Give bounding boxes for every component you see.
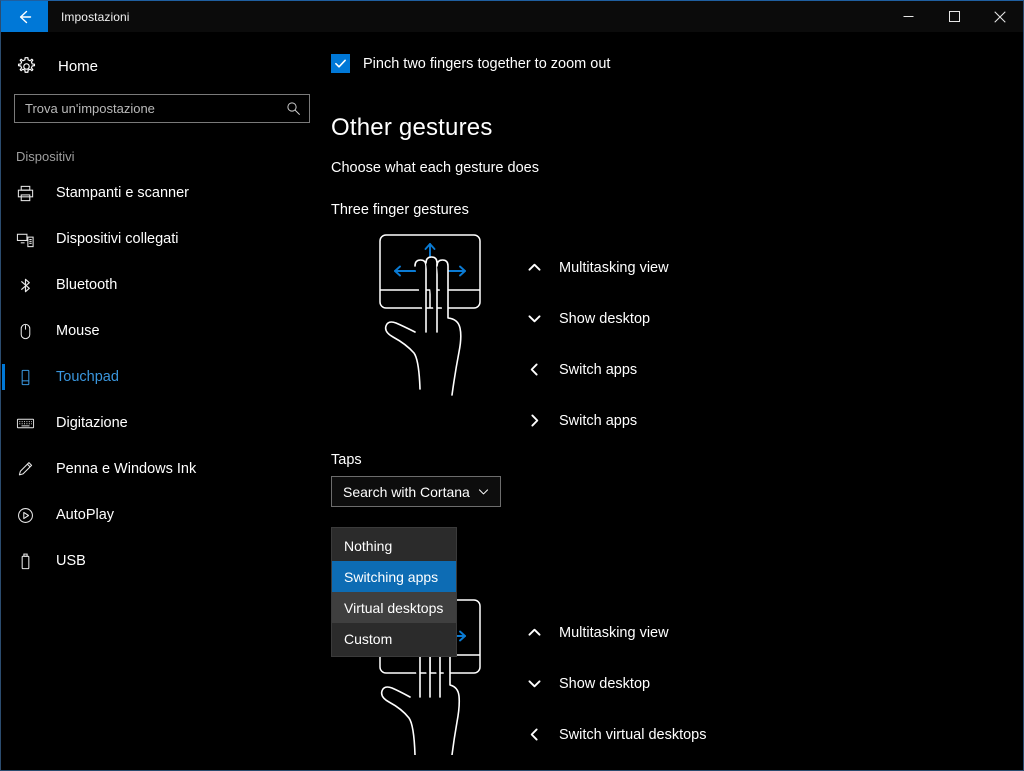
- gesture-action: Show desktop: [559, 675, 651, 692]
- dropdown-option-virtual-desktops[interactable]: Virtual desktops: [332, 592, 456, 623]
- usb-icon: [16, 552, 42, 571]
- taps-selected-value: Search with Cortana: [343, 483, 470, 500]
- close-icon: [994, 10, 1006, 23]
- sidebar-home-label: Home: [58, 57, 99, 75]
- search-box[interactable]: [14, 94, 310, 123]
- search-icon[interactable]: [282, 101, 309, 116]
- minimize-icon: [903, 16, 913, 17]
- sidebar-item-home[interactable]: Home: [2, 44, 322, 88]
- caption-buttons: [885, 1, 1023, 32]
- sidebar-item-dispositivi-collegati[interactable]: Dispositivi collegati: [2, 216, 322, 262]
- gesture-action: Show desktop: [559, 310, 651, 327]
- sidebar-item-digitazione[interactable]: Digitazione: [2, 400, 322, 446]
- four-finger-gesture-list: Multitasking view Show desktop Switch vi…: [521, 595, 706, 760]
- gear-icon: [16, 56, 44, 77]
- chevron-left-icon: [521, 727, 547, 742]
- gesture-row[interactable]: Switch virtual desktops: [521, 709, 706, 760]
- sidebar-item-label: Penna e Windows Ink: [56, 461, 197, 477]
- chevron-up-icon: [521, 625, 547, 640]
- dropdown-option-nothing[interactable]: Nothing: [332, 530, 456, 561]
- gesture-row[interactable]: Multitasking view: [521, 242, 669, 293]
- checkbox-checked-icon[interactable]: [331, 54, 350, 73]
- maximize-icon: [948, 11, 960, 22]
- dropdown-option-custom[interactable]: Custom: [332, 623, 456, 654]
- gesture-action: Switch virtual desktops: [559, 726, 707, 743]
- chevron-down-icon: [521, 311, 547, 326]
- sidebar-item-autoplay[interactable]: AutoPlay: [2, 492, 322, 538]
- sidebar-item-label: Dispositivi collegati: [56, 231, 179, 247]
- taps-area: Taps Search with Cortana Nothing Switchi…: [322, 452, 1023, 657]
- three-finger-touchpad-illustration: [355, 230, 485, 446]
- keyboard-icon: [16, 414, 42, 433]
- main-content: Pinch two fingers together to zoom out O…: [322, 32, 1023, 770]
- back-arrow-icon: [19, 10, 31, 23]
- sidebar-item-stampanti-e-scanner[interactable]: Stampanti e scanner: [2, 170, 322, 216]
- printer-icon: [16, 184, 42, 203]
- sidebar-group-title: Dispositivi: [16, 149, 75, 164]
- taps-dropdown-menu[interactable]: Nothing Switching apps Virtual desktops …: [331, 527, 457, 657]
- back-button[interactable]: [1, 1, 48, 32]
- sidebar-item-label: Stampanti e scanner: [56, 185, 189, 201]
- pen-icon: [16, 460, 42, 479]
- chevron-up-icon: [521, 260, 547, 275]
- chevron-down-icon: [521, 676, 547, 691]
- sidebar-item-label: Digitazione: [56, 415, 128, 431]
- sidebar-item-label: Bluetooth: [56, 277, 118, 293]
- page-subtitle: Choose what each gesture does: [331, 160, 539, 176]
- taps-label: Taps: [331, 452, 362, 468]
- chevron-down-icon: [477, 485, 500, 498]
- gesture-row[interactable]: Show desktop: [521, 658, 706, 709]
- sidebar: Home Dispositivi: [2, 32, 322, 770]
- three-finger-gesture-list: Multitasking view Show desktop Switch ap…: [521, 230, 669, 446]
- bluetooth-icon: [16, 276, 42, 295]
- gesture-row[interactable]: Switch apps: [521, 344, 669, 395]
- gesture-action: Switch apps: [559, 361, 638, 378]
- autoplay-icon: [16, 506, 42, 525]
- sidebar-item-label: Touchpad: [56, 369, 119, 385]
- three-finger-gesture-block: Multitasking view Show desktop Switch ap…: [322, 230, 1023, 446]
- app-title: Impostazioni: [61, 9, 130, 24]
- mouse-icon: [16, 322, 42, 341]
- pinch-zoom-checkbox-row[interactable]: Pinch two fingers together to zoom out: [331, 54, 1023, 73]
- gesture-row[interactable]: Show desktop: [521, 293, 669, 344]
- maximize-button[interactable]: [931, 1, 977, 32]
- page-title: Other gestures: [331, 114, 493, 141]
- search-input[interactable]: [15, 95, 282, 122]
- three-finger-section-label: Three finger gestures: [331, 202, 469, 218]
- pinch-zoom-checkbox-label: Pinch two fingers together to zoom out: [363, 55, 611, 72]
- connected-devices-icon: [16, 230, 42, 249]
- taps-dropdown-button[interactable]: Search with Cortana: [331, 476, 501, 507]
- touchpad-icon: [16, 368, 42, 387]
- settings-window: Impostazioni Home Trova un'impostazione …: [0, 0, 1024, 771]
- gesture-action: Multitasking view: [559, 259, 669, 276]
- sidebar-item-bluetooth[interactable]: Bluetooth: [2, 262, 322, 308]
- sidebar-item-usb[interactable]: USB: [2, 538, 322, 584]
- chevron-left-icon: [521, 362, 547, 377]
- sidebar-item-touchpad[interactable]: Touchpad: [2, 354, 322, 400]
- title-bar: Impostazioni: [1, 1, 1023, 32]
- gesture-row[interactable]: Multitasking view: [521, 607, 706, 658]
- sidebar-item-label: USB: [56, 553, 86, 569]
- gesture-row[interactable]: Switch apps: [521, 395, 669, 446]
- chevron-right-icon: [521, 413, 547, 428]
- minimize-button[interactable]: [885, 1, 931, 32]
- sidebar-item-label: Mouse: [56, 323, 100, 339]
- sidebar-item-penna-e-windows-ink[interactable]: Penna e Windows Ink: [2, 446, 322, 492]
- close-button[interactable]: [977, 1, 1023, 32]
- sidebar-item-label: AutoPlay: [56, 507, 115, 523]
- dropdown-option-switching-apps[interactable]: Switching apps: [332, 561, 456, 592]
- gesture-action: Multitasking view: [559, 624, 669, 641]
- sidebar-item-mouse[interactable]: Mouse: [2, 308, 322, 354]
- gesture-action: Switch apps: [559, 412, 638, 429]
